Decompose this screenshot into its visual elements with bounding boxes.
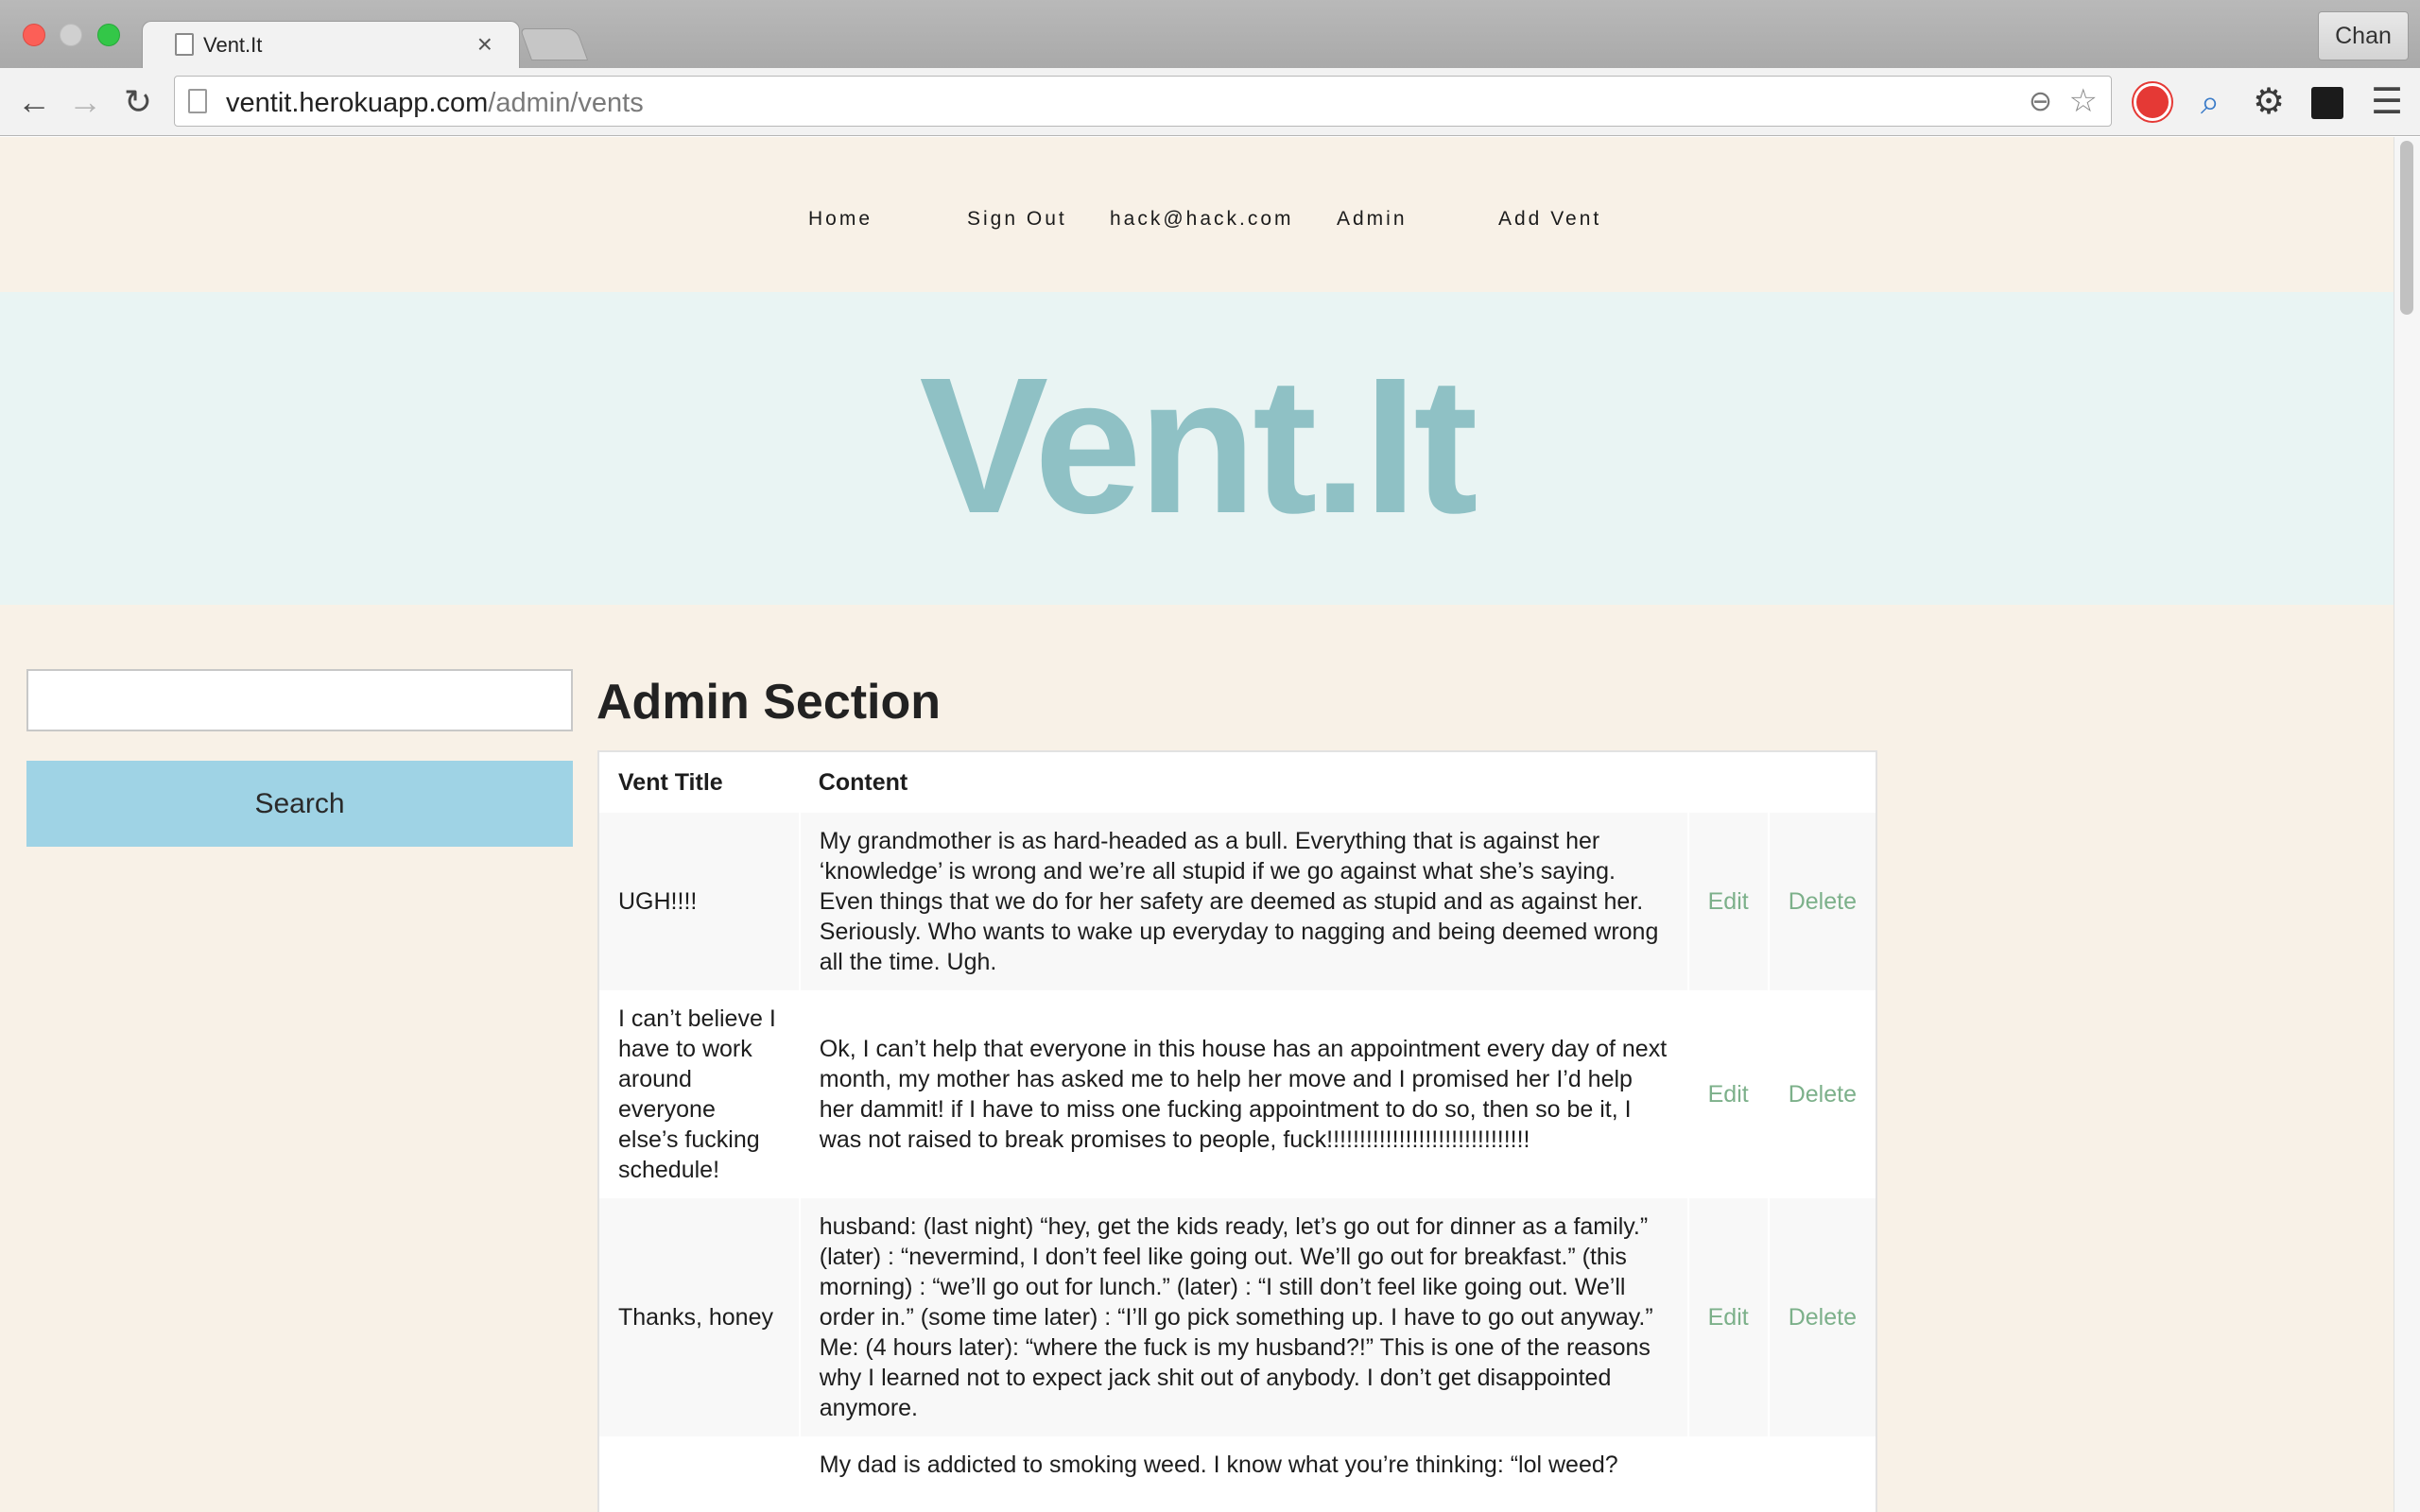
close-icon[interactable]: × — [477, 29, 493, 60]
nav-admin-link[interactable]: Admin — [1337, 208, 1408, 231]
column-header-delete — [1768, 752, 1876, 813]
extension-square-icon[interactable] — [2311, 87, 2343, 119]
browser-tab-active[interactable]: Vent.It × — [142, 21, 520, 68]
table-row: Thanks, honey husband: (last night) “hey… — [599, 1198, 1876, 1436]
table-row: I can’t believe I have to work around ev… — [599, 990, 1876, 1198]
reload-icon[interactable]: ↻ — [117, 81, 159, 123]
nav-add-vent-link[interactable]: Add Vent — [1498, 208, 1601, 231]
star-icon[interactable]: ☆ — [2069, 82, 2098, 120]
edit-cell: Edit — [1687, 1198, 1770, 1436]
address-bar[interactable]: ventit.herokuapp.com/admin/vents ⊖ ☆ — [174, 76, 2112, 127]
minimize-window-button[interactable] — [60, 24, 82, 46]
delete-cell — [1768, 1436, 1876, 1493]
profile-button[interactable]: Chan — [2318, 11, 2409, 60]
delete-link[interactable]: Delete — [1789, 1304, 1857, 1331]
vent-content-cell: Ok, I can’t help that everyone in this h… — [799, 990, 1689, 1198]
edit-link[interactable]: Edit — [1708, 1081, 1749, 1108]
delete-cell: Delete — [1768, 990, 1876, 1198]
vent-content-cell: My dad is addicted to smoking weed. I kn… — [799, 1436, 1689, 1493]
gear-icon[interactable]: ⚙ — [2250, 83, 2288, 121]
vent-title-cell — [599, 1436, 801, 1493]
site-nav: Home Sign Out hack@hack.com Admin Add Ve… — [0, 137, 2394, 292]
vent-title-cell: UGH!!!! — [599, 813, 801, 990]
page-icon — [188, 89, 207, 113]
table-row: UGH!!!! My grandmother is as hard-headed… — [599, 813, 1876, 990]
close-window-button[interactable] — [23, 24, 45, 46]
zoom-icon[interactable]: ⊖ — [2029, 85, 2052, 118]
browser-toolbar: ← → ↻ ventit.herokuapp.com/admin/vents ⊖… — [0, 68, 2420, 136]
nav-home-link[interactable]: Home — [808, 208, 873, 231]
delete-link[interactable]: Delete — [1789, 888, 1857, 915]
url-text[interactable]: ventit.herokuapp.com/admin/vents — [226, 88, 644, 119]
search-input[interactable] — [26, 669, 573, 731]
page-icon — [175, 33, 194, 56]
forward-icon[interactable]: → — [64, 81, 106, 123]
vent-content-cell: husband: (last night) “hey, get the kids… — [799, 1198, 1689, 1436]
table-header-row: Vent Title Content — [599, 752, 1876, 813]
menu-icon[interactable]: ☰ — [2368, 83, 2406, 121]
edit-cell: Edit — [1687, 990, 1770, 1198]
site-logo-title: Vent.It — [919, 337, 1478, 554]
vent-content-cell: My grandmother is as hard-headed as a bu… — [799, 813, 1689, 990]
delete-cell: Delete — [1768, 1198, 1876, 1436]
page-viewport: Home Sign Out hack@hack.com Admin Add Ve… — [0, 137, 2394, 1512]
vents-table-container: Vent Title Content UGH!!!! My grandmothe… — [597, 750, 1877, 1512]
table-row: My dad is addicted to smoking weed. I kn… — [599, 1436, 1876, 1493]
url-path: /admin/vents — [488, 88, 644, 118]
delete-cell: Delete — [1768, 813, 1876, 990]
page-title: Admin Section — [596, 675, 942, 730]
url-host: ventit.herokuapp.com — [226, 88, 489, 118]
new-tab-button[interactable] — [519, 28, 589, 60]
edit-link[interactable]: Edit — [1708, 1304, 1749, 1331]
hero-banner: Vent.It — [0, 292, 2394, 605]
page-scrollbar[interactable] — [2394, 137, 2420, 1512]
back-icon[interactable]: ← — [13, 81, 55, 123]
scrollbar-thumb[interactable] — [2400, 141, 2413, 315]
delete-link[interactable]: Delete — [1789, 1081, 1857, 1108]
magnify-extension-icon[interactable]: ⌕ — [2191, 83, 2229, 121]
vents-table: Vent Title Content UGH!!!! My grandmothe… — [599, 752, 1876, 1493]
column-header-vent-title: Vent Title — [599, 752, 800, 813]
stop-extension-icon[interactable] — [2134, 83, 2171, 121]
edit-cell — [1687, 1436, 1770, 1493]
edit-cell: Edit — [1687, 813, 1770, 990]
column-header-content: Content — [799, 752, 1688, 813]
nav-sign-out-link[interactable]: Sign Out — [967, 208, 1067, 231]
edit-link[interactable]: Edit — [1708, 888, 1749, 915]
nav-user-email-link[interactable]: hack@hack.com — [1110, 208, 1294, 231]
maximize-window-button[interactable] — [97, 24, 120, 46]
column-header-edit — [1687, 752, 1769, 813]
search-button[interactable]: Search — [26, 761, 573, 847]
tab-title: Vent.It — [203, 33, 263, 57]
browser-titlebar: Vent.It × Chan — [0, 0, 2420, 68]
vent-title-cell: Thanks, honey — [599, 1198, 801, 1436]
vent-title-cell: I can’t believe I have to work around ev… — [599, 990, 801, 1198]
